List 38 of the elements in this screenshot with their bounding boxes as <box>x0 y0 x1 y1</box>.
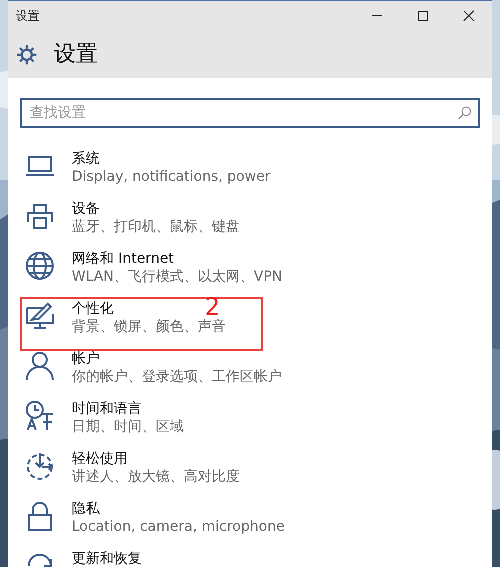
item-description: 讲述人、放大镜、高对比度 <box>72 468 240 486</box>
clock-language-icon <box>24 400 56 432</box>
settings-icon <box>16 44 38 66</box>
settings-item[interactable]: 隐私 Location, camera, microphone <box>8 500 492 550</box>
item-description: 背景、锁屏、颜色、声音 <box>72 318 226 336</box>
accessibility-icon <box>24 450 56 482</box>
settings-item[interactable]: 轻松使用 讲述人、放大镜、高对比度 <box>8 450 492 500</box>
item-description: 日期、时间、区域 <box>72 418 184 436</box>
settings-item[interactable]: 帐户 你的帐户、登录选项、工作区帐户 <box>8 350 492 400</box>
item-title: 网络和 Internet <box>72 250 174 268</box>
settings-item[interactable]: 系统 Display, notifications, power <box>8 150 492 200</box>
item-title: 时间和语言 <box>72 400 142 418</box>
window-title: 设置 <box>16 8 41 25</box>
person-icon <box>24 350 56 382</box>
item-title: 设备 <box>72 200 100 218</box>
maximize-icon <box>417 10 429 22</box>
search-field[interactable]: 查找设置 <box>20 98 480 128</box>
settings-item[interactable]: 网络和 Internet WLAN、飞行模式、以太网、VPN <box>8 250 492 300</box>
item-title: 系统 <box>72 150 100 168</box>
settings-item[interactable]: 设备 蓝牙、打印机、鼠标、键盘 <box>8 200 492 250</box>
item-title: 帐户 <box>72 350 100 368</box>
brush-monitor-icon <box>24 300 56 332</box>
item-title: 隐私 <box>72 500 100 518</box>
settings-item[interactable]: 时间和语言 日期、时间、区域 <box>8 400 492 450</box>
item-title: 轻松使用 <box>72 450 128 468</box>
item-description: 你的帐户、登录选项、工作区帐户 <box>72 368 282 386</box>
page-title: 设置 <box>54 41 98 69</box>
step-number: 2 <box>205 297 220 317</box>
item-description: Display, notifications, power <box>72 168 271 186</box>
item-title: 个性化 <box>72 300 114 318</box>
settings-item[interactable]: 更新和恢复 <box>8 550 492 567</box>
globe-icon <box>24 250 56 282</box>
close-icon <box>463 10 475 22</box>
item-description: WLAN、飞行模式、以太网、VPN <box>72 268 283 286</box>
item-title: 更新和恢复 <box>72 550 142 567</box>
item-description: Location, camera, microphone <box>72 518 285 536</box>
item-description: 蓝牙、打印机、鼠标、键盘 <box>72 218 240 236</box>
search-icon <box>458 106 472 120</box>
